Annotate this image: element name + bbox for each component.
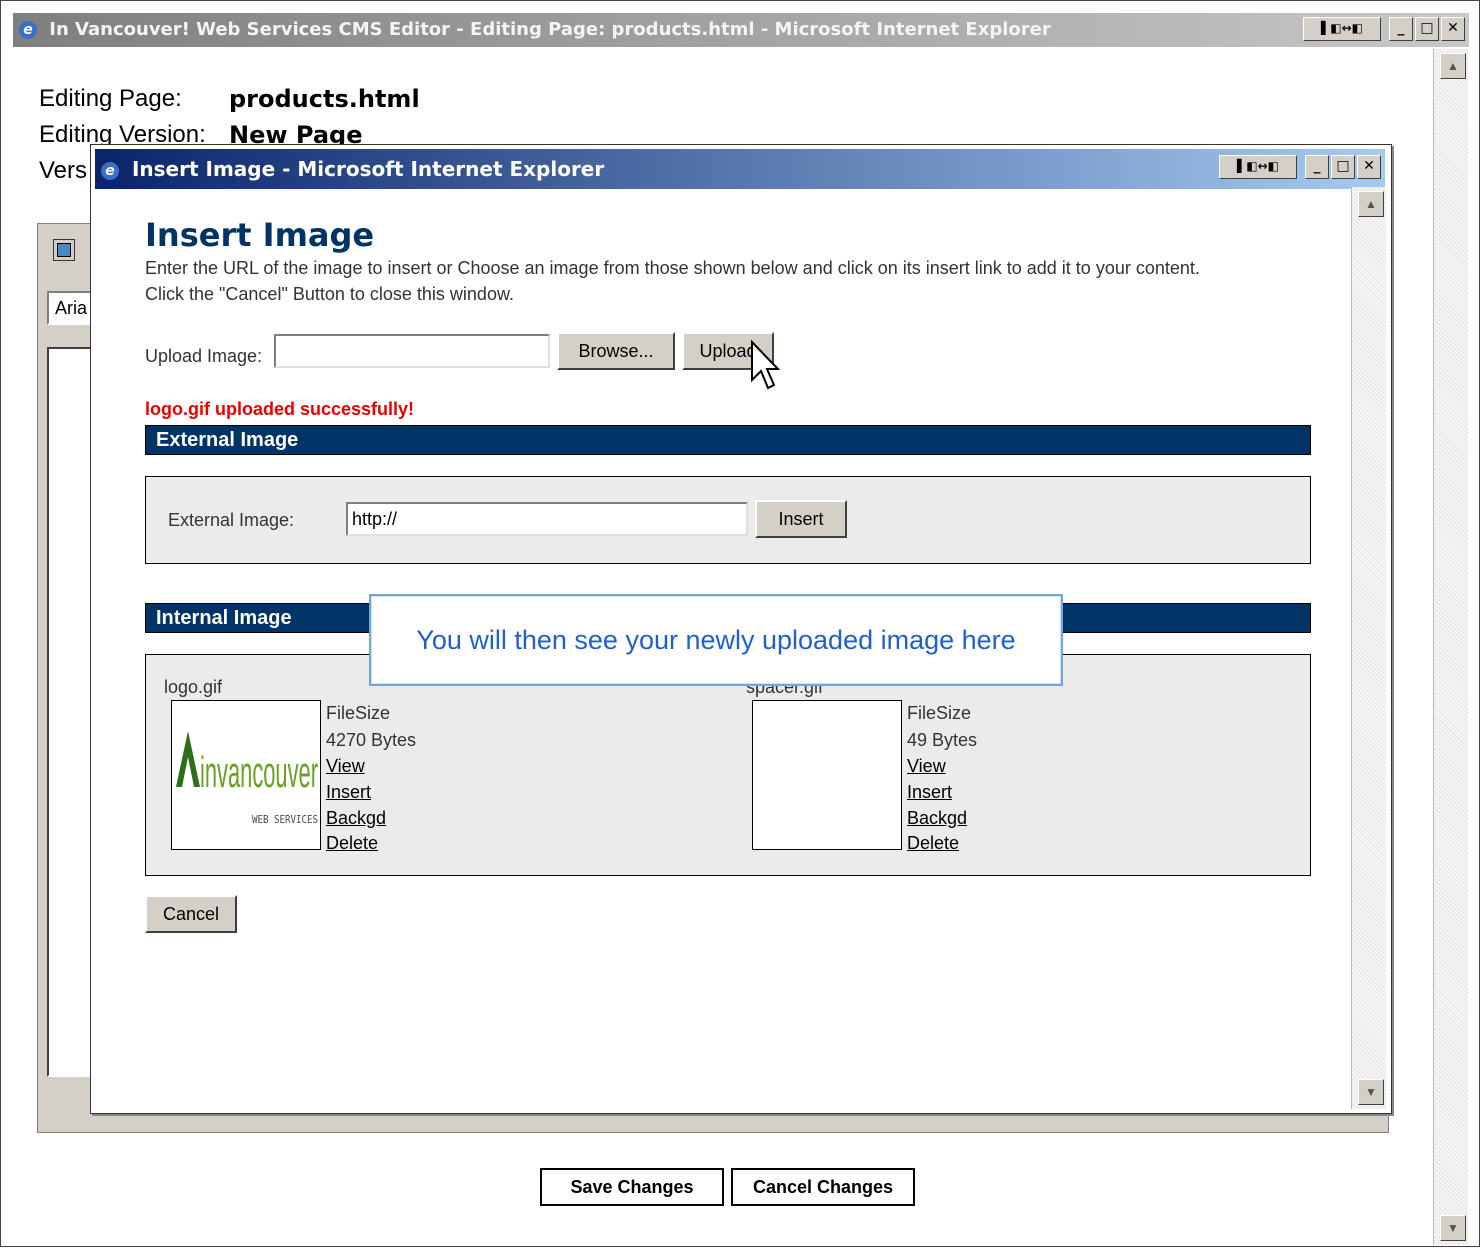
scroll-down-icon[interactable]: ▼ <box>1358 1079 1384 1105</box>
image-filesize-label: FileSize <box>907 703 972 723</box>
image-delete-link[interactable]: Delete <box>326 830 378 856</box>
dialog-scrollbar[interactable]: ▲ ▼ <box>1351 187 1386 1109</box>
close-button[interactable]: ✕ <box>1441 17 1465 41</box>
dialog-title: Insert Image - Microsoft Internet Explor… <box>131 157 605 181</box>
logo-thumbnail[interactable]: invancouver WEB SERVICES <box>171 700 321 850</box>
logo-subtext: WEB SERVICES <box>252 813 318 826</box>
external-image-header: External Image <box>145 425 1311 455</box>
logo-image: invancouver WEB SERVICES <box>176 731 318 826</box>
description-line-1: Enter the URL of the image to insert or … <box>145 258 1200 278</box>
mouse-cursor-icon <box>751 340 780 390</box>
close-button[interactable]: ✕ <box>1357 155 1381 179</box>
dialog-window-controls: ▌◧↔◧ _ □ ✕ <box>1219 155 1381 179</box>
upload-image-label: Upload Image: <box>145 346 263 366</box>
image-view-link[interactable]: View <box>326 753 365 779</box>
maximize-button[interactable]: □ <box>1415 17 1439 41</box>
image-backgd-link[interactable]: Backgd <box>907 805 967 831</box>
dialog-heading: Insert Image <box>145 216 375 254</box>
outer-scrollbar[interactable]: ▲ ▼ <box>1433 49 1468 1245</box>
description-line-2: Click the "Cancel" Button to close this … <box>145 284 514 304</box>
editor-toolbar-icon[interactable] <box>53 239 75 261</box>
logo-wordmark: invancouver <box>200 748 318 797</box>
image-delete-link[interactable]: Delete <box>907 830 959 856</box>
spacer-thumbnail[interactable] <box>752 700 902 850</box>
external-image-url-input[interactable]: http:// <box>346 502 748 536</box>
image-filesize-label: FileSize <box>326 703 391 723</box>
save-changes-button[interactable]: Save Changes <box>540 1168 724 1206</box>
image-filesize-value: 49 Bytes <box>907 730 978 750</box>
cancel-changes-button[interactable]: Cancel Changes <box>731 1168 915 1206</box>
dialog-cancel-button[interactable]: Cancel <box>145 895 237 933</box>
scroll-up-icon[interactable]: ▲ <box>1358 191 1384 217</box>
outer-window-title: In Vancouver! Web Services CMS Editor - … <box>49 19 1051 40</box>
image-view-link[interactable]: View <box>907 753 946 779</box>
external-insert-button[interactable]: Insert <box>755 500 847 538</box>
minimize-button[interactable]: _ <box>1305 155 1329 179</box>
image-insert-link[interactable]: Insert <box>326 779 371 805</box>
ie-icon: e <box>19 21 37 39</box>
outer-window-controls: ▌◧↔◧ _ □ ✕ <box>1303 17 1465 41</box>
dialog-title-bar: e Insert Image - Microsoft Internet Expl… <box>95 149 1385 189</box>
maximize-button[interactable]: □ <box>1331 155 1355 179</box>
transfer-icon[interactable]: ▌◧↔◧ <box>1219 155 1297 179</box>
image-backgd-link[interactable]: Backgd <box>326 805 386 831</box>
ie-icon: e <box>101 161 119 180</box>
browse-button[interactable]: Browse... <box>557 332 675 370</box>
outer-title-bar: e In Vancouver! Web Services CMS Editor … <box>13 13 1469 47</box>
scroll-up-icon[interactable]: ▲ <box>1440 53 1466 79</box>
image-name-logo: logo.gif <box>164 677 223 697</box>
upload-success-message: logo.gif uploaded successfully! <box>145 399 415 419</box>
image-insert-link[interactable]: Insert <box>907 779 952 805</box>
minimize-button[interactable]: _ <box>1389 17 1413 41</box>
version-label-fragment: Vers <box>39 157 88 184</box>
upload-image-input[interactable] <box>274 334 550 368</box>
transfer-icon[interactable]: ▌◧↔◧ <box>1303 17 1381 41</box>
scroll-down-icon[interactable]: ▼ <box>1440 1215 1466 1241</box>
tutorial-callout: You will then see your newly uploaded im… <box>369 594 1063 686</box>
external-image-label: External Image: <box>168 510 295 530</box>
image-filesize-value: 4270 Bytes <box>326 730 417 750</box>
editing-page-label: Editing Page: <box>39 85 182 112</box>
editing-page-value: products.html <box>229 85 420 113</box>
